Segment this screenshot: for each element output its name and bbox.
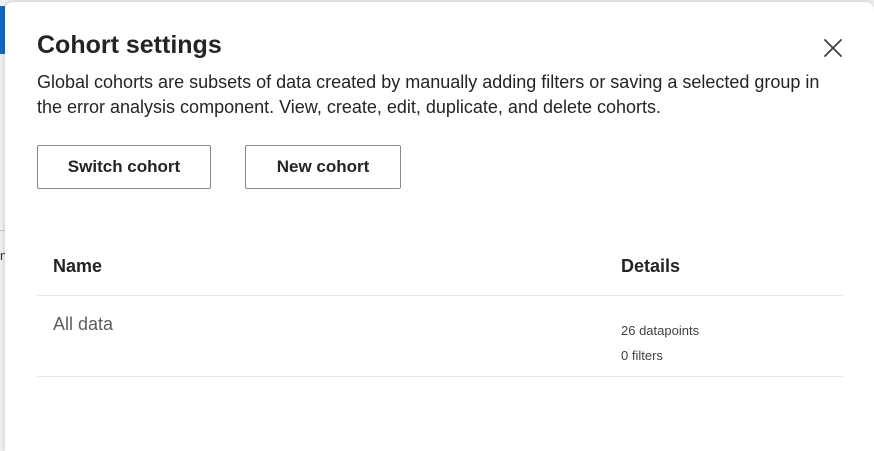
cohort-name: All data	[53, 314, 114, 334]
close-icon	[824, 39, 842, 57]
close-button[interactable]	[821, 36, 845, 60]
cohort-filters: 0 filters	[621, 348, 663, 363]
dialog-description: Global cohorts are subsets of data creat…	[37, 72, 820, 117]
cohorts-table: Name Details All data 26 datapoints 0 fi…	[37, 238, 843, 377]
cohort-details: 26 datapoints 0 filters	[621, 318, 699, 368]
cohort-settings-dialog: Cohort settings Global cohorts are subse…	[5, 2, 874, 451]
cohort-datapoints: 26 datapoints	[621, 323, 700, 338]
table-row[interactable]: All data 26 datapoints 0 filters	[37, 296, 843, 377]
table-header: Name Details	[37, 238, 843, 296]
dialog-title: Cohort settings	[37, 31, 222, 59]
switch-cohort-button[interactable]: Switch cohort	[37, 145, 211, 189]
column-header-name[interactable]: Name	[53, 256, 102, 277]
new-cohort-button[interactable]: New cohort	[245, 145, 401, 189]
column-header-details[interactable]: Details	[621, 256, 680, 277]
